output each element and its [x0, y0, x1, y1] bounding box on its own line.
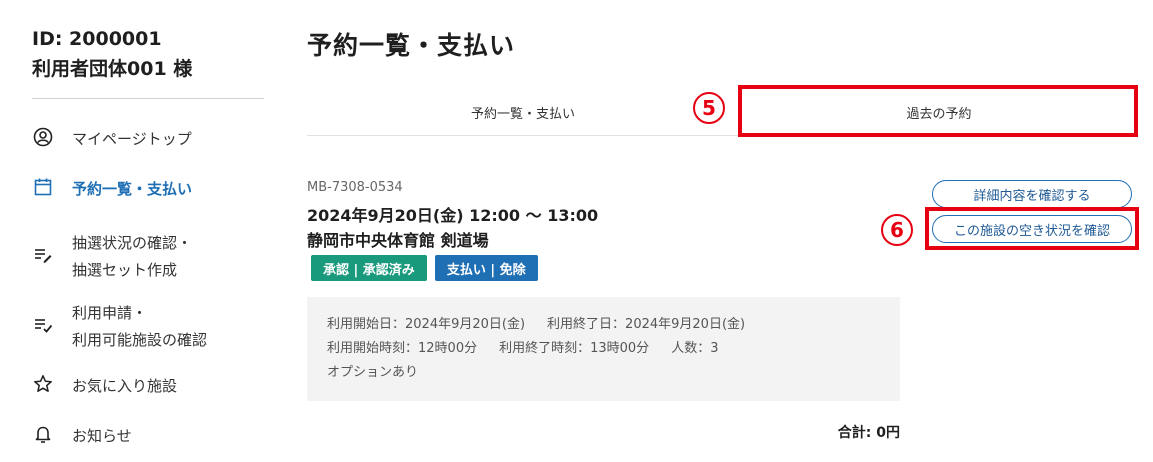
sidebar-divider	[32, 98, 264, 99]
detail-end-date: 利用終了日：2024年9月20日(金)	[547, 317, 746, 332]
step-marker-5: 5	[693, 92, 725, 124]
detail-line-times: 利用開始時刻：12時00分 利用終了時刻：13時00分 人数：3	[327, 337, 880, 361]
reservation-datetime: 2024年9月20日(金) 12:00 〜 13:00	[307, 206, 599, 225]
sidebar-item-label: 抽選状況の確認・	[72, 234, 193, 252]
sidebar-item-mypage-top[interactable]: マイページトップ	[32, 126, 272, 153]
reservation-facility: 静岡市中央体育館 剣道場	[307, 231, 489, 250]
sidebar-item-label: お気に入り施設	[72, 377, 178, 395]
check-list-icon	[32, 314, 54, 336]
step-marker-6: 6	[881, 214, 913, 246]
sidebar-item-label: お知らせ	[72, 427, 132, 445]
calendar-icon	[32, 176, 54, 198]
page-title: 予約一覧・支払い	[307, 31, 516, 60]
highlight-past-tab	[738, 85, 1138, 137]
user-id: ID: 2000001	[32, 28, 162, 50]
detail-line-dates: 利用開始日：2024年9月20日(金) 利用終了日：2024年9月20日(金)	[327, 313, 880, 337]
sidebar-item-label: 予約一覧・支払い	[72, 180, 193, 198]
sidebar-item-notices[interactable]: お知らせ	[32, 423, 272, 450]
status-badge-payment: 支払い | 免除	[434, 255, 538, 281]
sidebar-item-label: 利用申請・	[72, 304, 148, 322]
status-badges: 承認 | 承認済み 支払い | 免除	[311, 255, 538, 281]
edit-list-icon	[32, 244, 54, 266]
bell-icon	[32, 423, 54, 445]
sidebar-item-label: 利用可能施設の確認	[72, 331, 208, 349]
tab-reservation-list[interactable]: 予約一覧・支払い	[307, 88, 739, 136]
view-details-button[interactable]: 詳細内容を確認する	[932, 180, 1132, 208]
detail-start-date: 利用開始日：2024年9月20日(金)	[327, 317, 526, 332]
total-amount: 合計: 0円	[837, 425, 900, 441]
sidebar-user-info: ID: 2000001 利用者団体001 様	[32, 24, 264, 84]
sidebar-item-application[interactable]: 利用申請・ 利用可能施設の確認	[32, 300, 272, 354]
user-circle-icon	[32, 126, 54, 148]
sidebar-item-lottery[interactable]: 抽選状況の確認・ 抽選セット作成	[32, 230, 272, 284]
reservation-code: MB-7308-0534	[307, 180, 403, 195]
sidebar-item-favorites[interactable]: お気に入り施設	[32, 373, 272, 400]
sidebar-item-reservations[interactable]: 予約一覧・支払い	[32, 176, 272, 203]
sidebar-item-label: マイページトップ	[72, 130, 192, 148]
detail-start-time: 利用開始時刻：12時00分	[327, 341, 478, 356]
detail-options: オプションあり	[327, 365, 419, 380]
status-badge-approval: 承認 | 承認済み	[311, 255, 427, 281]
reservation-details: 利用開始日：2024年9月20日(金) 利用終了日：2024年9月20日(金) 利…	[307, 297, 900, 401]
detail-people: 人数：3	[671, 341, 719, 356]
star-icon	[32, 373, 54, 395]
sidebar-item-label: 抽選セット作成	[72, 261, 178, 279]
user-name: 利用者団体001 様	[32, 58, 193, 80]
detail-end-time: 利用終了時刻：13時00分	[499, 341, 650, 356]
highlight-availability-button	[925, 207, 1139, 250]
